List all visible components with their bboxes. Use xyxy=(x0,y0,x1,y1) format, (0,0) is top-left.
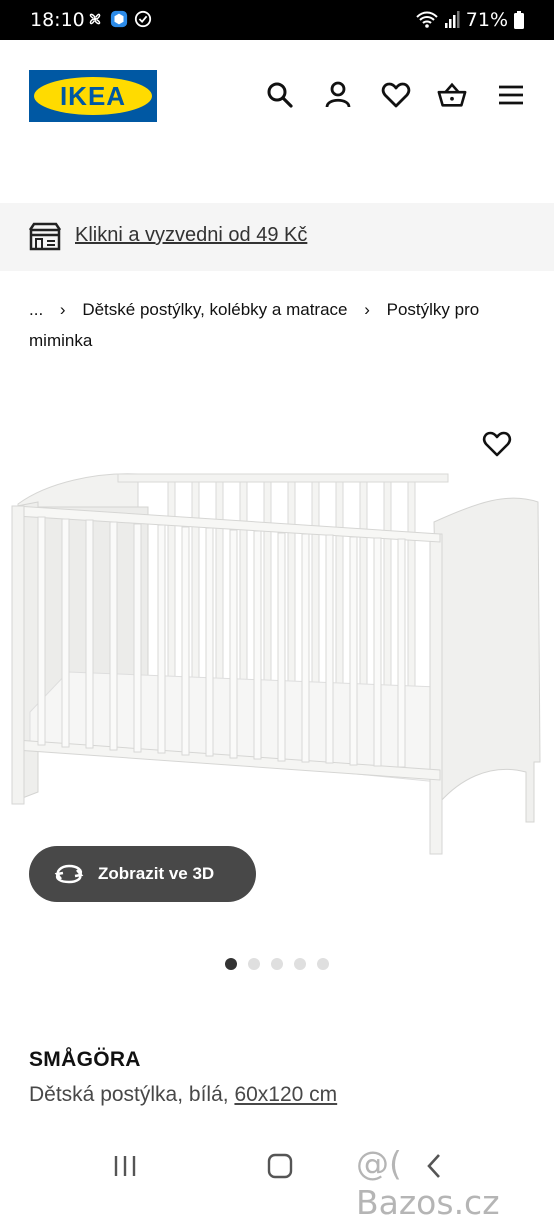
breadcrumb-item-ellipsis[interactable]: ... xyxy=(29,300,43,319)
wifi-icon xyxy=(416,11,438,28)
product-description: Dětská postýlka, bílá, 60x120 cm xyxy=(29,1083,337,1107)
pickup-banner[interactable]: Klikni a vyzvedni od 49 Kč xyxy=(0,203,554,271)
store-icon xyxy=(28,222,62,251)
breadcrumb: ... › Dětské postýlky, kolébky a matrace… xyxy=(29,294,529,356)
product-name: SMÅGÖRA xyxy=(29,1048,141,1071)
account-icon[interactable] xyxy=(323,80,353,110)
breadcrumb-item-cribs-category[interactable]: Dětské postýlky, kolébky a matrace xyxy=(82,300,347,319)
home-icon[interactable] xyxy=(266,1152,294,1180)
carousel-dot-3[interactable] xyxy=(271,958,283,970)
sync-icon xyxy=(134,10,152,28)
ikea-logo[interactable]: IKEA xyxy=(29,70,157,122)
view-3d-button[interactable]: Zobrazit ve 3D xyxy=(29,846,256,902)
battery-icon xyxy=(514,11,524,29)
pickup-link[interactable]: Klikni a vyzvedni od 49 Kč xyxy=(75,224,307,247)
vpn-icon xyxy=(110,10,128,28)
site-header: IKEA xyxy=(0,40,554,160)
image-carousel-dots xyxy=(225,958,329,970)
basket-icon[interactable] xyxy=(437,80,467,110)
battery-percent: 71% xyxy=(465,9,508,31)
product-size-link[interactable]: 60x120 cm xyxy=(234,1083,337,1106)
carousel-dot-5[interactable] xyxy=(317,958,329,970)
recent-apps-icon[interactable] xyxy=(112,1154,138,1178)
signal-icon xyxy=(444,11,460,28)
rotate-3d-icon xyxy=(54,864,84,884)
view-3d-label: Zobrazit ve 3D xyxy=(98,864,215,883)
fan-icon xyxy=(89,13,101,25)
carousel-dot-4[interactable] xyxy=(294,958,306,970)
product-image[interactable] xyxy=(8,462,548,862)
search-icon[interactable] xyxy=(265,80,295,110)
chevron-right-icon: › xyxy=(59,300,66,319)
product-type: Dětská postýlka, bílá, xyxy=(29,1083,229,1106)
menu-icon[interactable] xyxy=(496,80,526,110)
carousel-dot-1[interactable] xyxy=(225,958,237,970)
heart-icon[interactable] xyxy=(381,80,411,110)
bazos-watermark: @( Bazos.cz xyxy=(356,1144,500,1222)
logo-text: IKEA xyxy=(59,81,127,111)
status-time: 18:10 xyxy=(30,9,85,31)
chevron-right-icon: › xyxy=(364,300,370,319)
carousel-dot-2[interactable] xyxy=(248,958,260,970)
status-bar: 18:10 71% xyxy=(0,0,554,40)
favorite-heart-icon[interactable] xyxy=(482,429,512,459)
